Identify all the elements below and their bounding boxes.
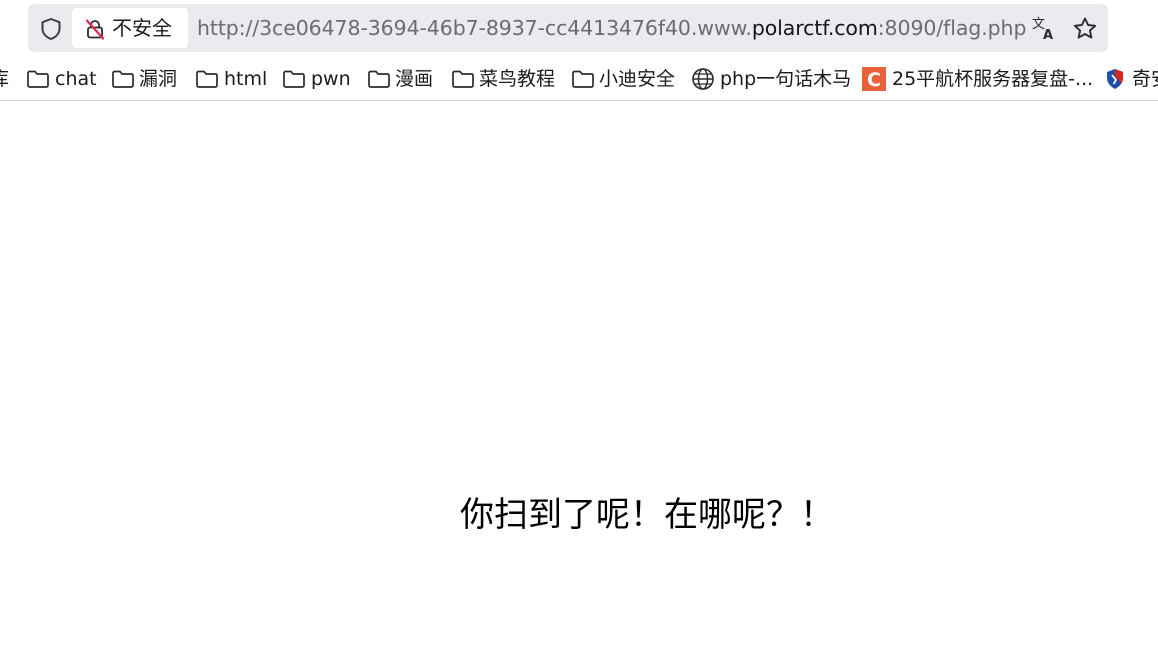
url-prefix: http://3ce06478-3694-46b7-8937-cc4413476… bbox=[197, 16, 752, 40]
folder-icon bbox=[283, 70, 305, 88]
bookmark-folder-chat[interactable]: chat bbox=[26, 58, 97, 100]
bookmark-folder-xiaodi[interactable]: 小迪安全 bbox=[571, 58, 679, 100]
bookmark-label: chat bbox=[55, 68, 97, 90]
security-label: 不安全 bbox=[112, 16, 172, 40]
folder-icon bbox=[196, 70, 218, 88]
bookmark-qianxin[interactable]: 奇安 bbox=[1104, 58, 1158, 100]
translate-icon[interactable]: 文 A bbox=[1030, 14, 1058, 42]
url-domain: polarctf.com bbox=[751, 16, 878, 40]
folder-icon bbox=[112, 70, 134, 88]
bookmark-label: 库 bbox=[0, 58, 9, 100]
bookmark-folder-vulns[interactable]: 漏洞 bbox=[111, 58, 181, 100]
bookmark-item[interactable]: 库 bbox=[0, 58, 10, 100]
bookmark-label: 奇安 bbox=[1132, 68, 1158, 90]
page-message: 你扫到了呢！在哪呢？！ bbox=[460, 495, 834, 535]
tracking-protection-shield-icon[interactable] bbox=[38, 16, 64, 42]
browser-chrome: 不安全 http://3ce06478-3694-46b7-8937-cc441… bbox=[0, 0, 1158, 101]
folder-icon bbox=[452, 70, 474, 88]
url-text[interactable]: http://3ce06478-3694-46b7-8937-cc4413476… bbox=[197, 4, 1026, 52]
bookmark-folder-runoob[interactable]: 菜鸟教程 bbox=[451, 58, 559, 100]
bookmark-folder-pwn[interactable]: pwn bbox=[282, 58, 352, 100]
bookmark-label: 菜鸟教程 bbox=[479, 68, 556, 90]
globe-icon bbox=[692, 68, 714, 90]
folder-icon bbox=[572, 70, 594, 88]
bookmark-label: 漫画 bbox=[395, 68, 434, 90]
security-indicator[interactable]: 不安全 bbox=[72, 8, 188, 48]
url-bar[interactable]: 不安全 http://3ce06478-3694-46b7-8937-cc441… bbox=[28, 4, 1108, 52]
insecure-lock-icon bbox=[85, 19, 105, 40]
bookmark-label: pwn bbox=[311, 68, 351, 90]
svg-text:C: C bbox=[867, 69, 881, 91]
bookmark-star-icon[interactable] bbox=[1071, 15, 1099, 43]
url-suffix: :8090/flag.php bbox=[877, 16, 1027, 40]
bookmark-label: 漏洞 bbox=[139, 68, 178, 90]
bookmark-label: 25平航杯服务器复盘-... bbox=[892, 68, 1094, 90]
bookmark-label: 小迪安全 bbox=[599, 68, 676, 90]
folder-icon bbox=[368, 70, 390, 88]
bookmark-php-webshell[interactable]: php一句话木马 bbox=[691, 58, 853, 100]
svg-text:A: A bbox=[1043, 28, 1053, 42]
bookmark-label: php一句话木马 bbox=[720, 68, 852, 90]
folder-icon bbox=[27, 70, 49, 88]
bookmark-csdn-article[interactable]: C 25平航杯服务器复盘-... bbox=[862, 58, 1094, 100]
bookmark-folder-html[interactable]: html bbox=[195, 58, 267, 100]
bookmarks-toolbar: 库 chat 漏洞 html pwn 漫画 菜鸟教程 bbox=[0, 58, 1158, 101]
bookmark-label: html bbox=[224, 68, 268, 90]
csdn-icon: C bbox=[862, 67, 886, 91]
bookmark-folder-comics[interactable]: 漫画 bbox=[367, 58, 437, 100]
qianxin-icon bbox=[1107, 69, 1123, 89]
